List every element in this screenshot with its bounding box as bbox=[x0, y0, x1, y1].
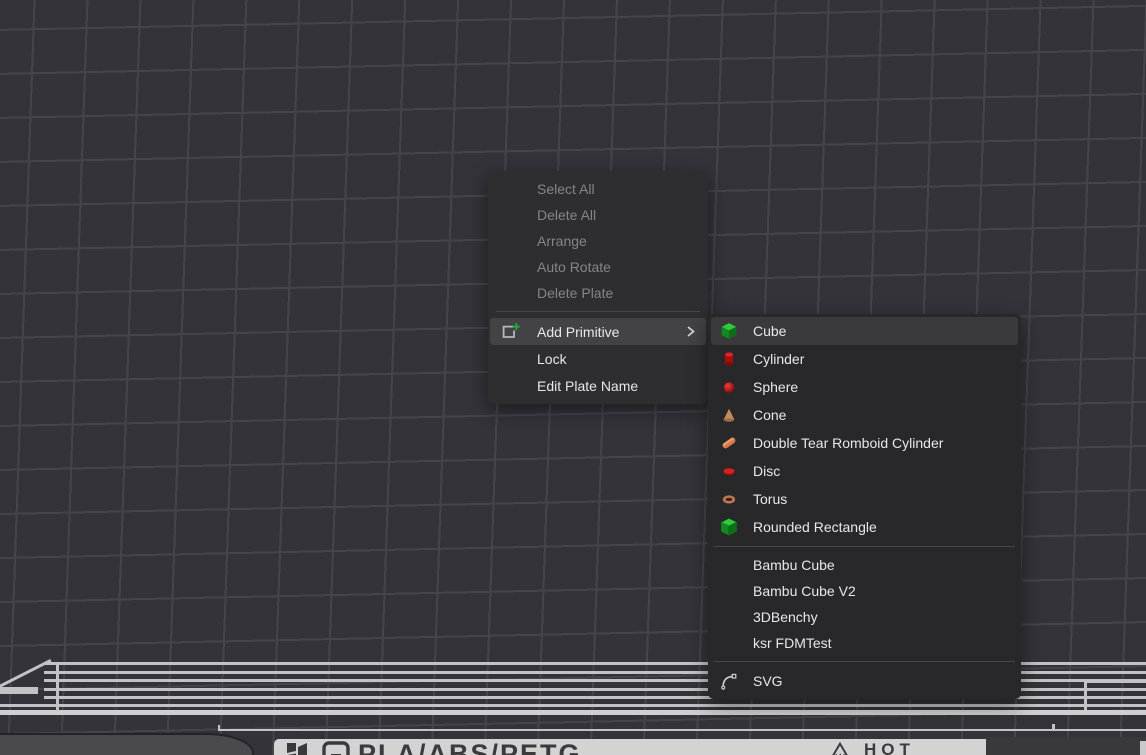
menu-item: Delete All bbox=[490, 202, 706, 228]
plate-front-tick bbox=[218, 725, 220, 731]
bambu-logo-icon bbox=[284, 741, 312, 755]
context-menu-disabled-group: Select All Delete All Arrange Auto Rotat… bbox=[488, 176, 708, 306]
menu-item[interactable]: ksr FDMTest bbox=[711, 630, 1018, 656]
plate-notch-line bbox=[1084, 680, 1146, 683]
submenu-chevron-slot bbox=[683, 378, 698, 393]
plate-notch-line bbox=[1084, 680, 1087, 710]
plate-type-icon bbox=[322, 741, 350, 755]
menu-item-icon-slot bbox=[720, 608, 738, 626]
disc-icon bbox=[720, 462, 738, 480]
menu-item-icon-slot bbox=[500, 283, 521, 304]
rounded-rectangle-icon bbox=[720, 518, 738, 536]
menu-item-icon-slot bbox=[720, 556, 738, 574]
add-primitive-icon bbox=[500, 321, 521, 342]
menu-separator bbox=[496, 311, 700, 312]
context-menu-action-group: Add Primitive Lock Edit Plate Name bbox=[488, 318, 708, 399]
menu-item[interactable]: Lock bbox=[490, 345, 706, 372]
submenu-primitive-group: Cube Cylinder Sphere Cone Double Tear Ro… bbox=[708, 317, 1021, 541]
torus-icon bbox=[720, 490, 738, 508]
menu-item[interactable]: Torus bbox=[711, 485, 1018, 513]
plate-edge-bar bbox=[0, 687, 38, 694]
plate-edge-line bbox=[0, 710, 1146, 715]
sphere-icon bbox=[720, 378, 738, 396]
menu-item[interactable]: Sphere bbox=[711, 373, 1018, 401]
plate-edge-line bbox=[0, 704, 1146, 707]
menu-item[interactable]: Disc bbox=[711, 457, 1018, 485]
menu-item[interactable]: Cone bbox=[711, 401, 1018, 429]
menu-item: Select All bbox=[490, 176, 706, 202]
menu-item[interactable]: Cube bbox=[711, 317, 1018, 345]
menu-item[interactable]: Bambu Cube V2 bbox=[711, 578, 1018, 604]
menu-item[interactable]: Rounded Rectangle bbox=[711, 513, 1018, 541]
chevron-right-icon bbox=[683, 324, 698, 339]
cube-icon bbox=[720, 322, 738, 340]
menu-item-svg[interactable]: SVG bbox=[711, 667, 1018, 695]
submenu-model-group: Bambu Cube Bambu Cube V2 3DBenchy ksr FD… bbox=[708, 552, 1021, 656]
submenu-chevron-slot bbox=[683, 351, 698, 366]
warning-triangle-icon bbox=[826, 741, 854, 755]
plate-front-line bbox=[218, 729, 1146, 731]
plate-edge-tick bbox=[56, 664, 59, 711]
menu-item[interactable]: Cylinder bbox=[711, 345, 1018, 373]
menu-separator bbox=[714, 546, 1015, 547]
bezier-curve-icon bbox=[720, 672, 738, 690]
plate-engraving-strip: PLA/ABS/PETG HOT bbox=[274, 739, 986, 755]
plate-front-corner bbox=[0, 733, 254, 755]
cone-icon bbox=[720, 406, 738, 424]
menu-item[interactable]: Add Primitive bbox=[490, 318, 706, 345]
menu-item-icon-slot bbox=[500, 205, 521, 226]
menu-item-icon-slot bbox=[500, 179, 521, 200]
plate-edge-fragment bbox=[1140, 741, 1146, 755]
menu-item-icon-slot bbox=[500, 231, 521, 252]
romboid-cylinder-icon bbox=[720, 434, 738, 452]
context-menu: Select All Delete All Arrange Auto Rotat… bbox=[488, 171, 708, 404]
menu-item-icon-slot bbox=[500, 257, 521, 278]
menu-item: Delete Plate bbox=[490, 280, 706, 306]
add-primitive-submenu: Cube Cylinder Sphere Cone Double Tear Ro… bbox=[708, 314, 1021, 699]
plate-material-label: PLA/ABS/PETG bbox=[358, 739, 582, 755]
menu-item[interactable]: 3DBenchy bbox=[711, 604, 1018, 630]
menu-item[interactable]: Bambu Cube bbox=[711, 552, 1018, 578]
cylinder-icon bbox=[720, 350, 738, 368]
menu-item: Auto Rotate bbox=[490, 254, 706, 280]
plate-dark-section bbox=[986, 737, 1146, 755]
plate-hot-label: HOT bbox=[864, 740, 915, 755]
menu-item: Arrange bbox=[490, 228, 706, 254]
menu-item-icon-slot bbox=[500, 348, 521, 369]
menu-item-icon-slot bbox=[720, 634, 738, 652]
menu-item-icon-slot bbox=[720, 582, 738, 600]
menu-item-icon-slot bbox=[500, 375, 521, 396]
menu-item[interactable]: Edit Plate Name bbox=[490, 372, 706, 399]
menu-item[interactable]: Double Tear Romboid Cylinder bbox=[711, 429, 1018, 457]
slicer-viewport: PLA/ABS/PETG HOT Select All Delete All A… bbox=[0, 0, 1146, 755]
plate-front-tick bbox=[1052, 724, 1055, 731]
menu-separator bbox=[714, 661, 1015, 662]
